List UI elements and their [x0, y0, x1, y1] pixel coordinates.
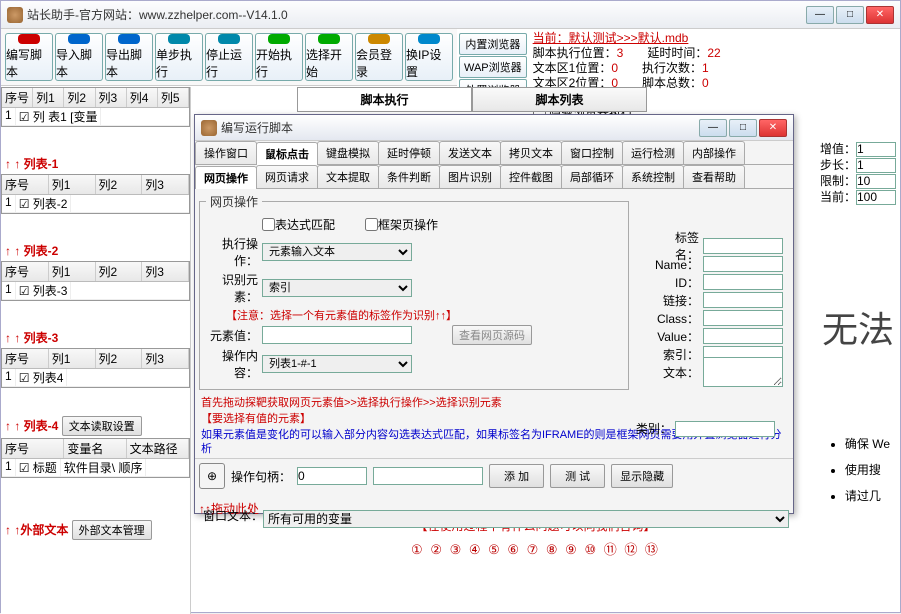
- partial-text: 无法: [822, 301, 894, 353]
- class-input[interactable]: [675, 421, 775, 437]
- test-button[interactable]: 测 试: [550, 464, 605, 488]
- window-text-select[interactable]: 所有可用的变量: [263, 510, 789, 528]
- fieldset-legend: 网页操作: [206, 193, 262, 210]
- mtabs2-4[interactable]: 图片识别: [439, 165, 501, 188]
- app-icon: [7, 7, 23, 23]
- circle-numbers: ① ② ③ ④ ⑤ ⑥ ⑦ ⑧ ⑨ ⑩ ⑪ ⑫ ⑬: [291, 535, 780, 562]
- mtabs1-7[interactable]: 运行检测: [622, 141, 684, 164]
- toolbar-0[interactable]: 编写脚本: [5, 33, 53, 81]
- main-titlebar: 站长助手-官方网站：www.zzhelper.com--V14.1.0 — □ …: [1, 1, 900, 29]
- mtabs1-0[interactable]: 操作窗口: [195, 141, 257, 164]
- toolbar-8[interactable]: 换IP设置: [405, 33, 453, 81]
- regex-checkbox[interactable]: [262, 218, 275, 231]
- mtabs2-2[interactable]: 文本提取: [317, 165, 379, 188]
- content-select[interactable]: 列表1-#-1: [262, 355, 412, 373]
- main-toolbar: 编写脚本导入脚本导出脚本单步执行停止运行开始执行选择开始会员登录换IP设置: [1, 29, 457, 86]
- view-source-button: 查看网页源码: [452, 325, 532, 345]
- left-panel: 序号列1列2列3列4列51☑ 列 表1 [变量↑ ↑ 列表-1序号列1列2列31…: [1, 87, 191, 614]
- close-button[interactable]: ✕: [866, 6, 894, 24]
- mtabs1-2[interactable]: 键盘模拟: [317, 141, 379, 164]
- dialog-minimize-button[interactable]: —: [699, 119, 727, 137]
- mtabs2-0[interactable]: 网页操作: [195, 166, 257, 189]
- dialog-close-button[interactable]: ✕: [759, 119, 787, 137]
- main-title: 站长助手-官方网站：www.zzhelper.com--V14.1.0: [27, 6, 806, 23]
- warning-text: 【注意：选择一个有元素值的标签作为识别↑↑】: [206, 307, 622, 323]
- exec-select[interactable]: 元素输入文本: [262, 243, 412, 261]
- toolbar-7[interactable]: 会员登录: [355, 33, 403, 81]
- mtabs2-8[interactable]: 查看帮助: [683, 165, 745, 188]
- toggle-button[interactable]: 显示隐藏: [611, 464, 673, 488]
- mtabs1-1[interactable]: 鼠标点击: [256, 142, 318, 165]
- mtabs1-5[interactable]: 拷贝文本: [500, 141, 562, 164]
- dialog-title: 编写运行脚本: [221, 119, 699, 136]
- mtabs1-8[interactable]: 内部操作: [683, 141, 745, 164]
- toolbar-2[interactable]: 导出脚本: [105, 33, 153, 81]
- minimize-button[interactable]: —: [806, 6, 834, 24]
- ident-select[interactable]: 索引: [262, 279, 412, 297]
- mtabs2-3[interactable]: 条件判断: [378, 165, 440, 188]
- add-button[interactable]: 添 加: [489, 464, 544, 488]
- edit-script-dialog: 编写运行脚本 — □ ✕ 操作窗口鼠标点击键盘模拟延时停顿发送文本拷贝文本窗口控…: [194, 114, 794, 514]
- mtabs2-1[interactable]: 网页请求: [256, 165, 318, 188]
- browser-btn-0[interactable]: 内置浏览器: [459, 33, 527, 55]
- toolbar-4[interactable]: 停止运行: [205, 33, 253, 81]
- handle-input[interactable]: [297, 467, 367, 485]
- toolbar-3[interactable]: 单步执行: [155, 33, 203, 81]
- mtabs2-7[interactable]: 系统控制: [622, 165, 684, 188]
- dialog-icon: [201, 120, 217, 136]
- maximize-button[interactable]: □: [836, 6, 864, 24]
- mtabs1-3[interactable]: 延时停顿: [378, 141, 440, 164]
- dialog-maximize-button[interactable]: □: [729, 119, 757, 137]
- mtabs2-6[interactable]: 局部循环: [561, 165, 623, 188]
- mtabs1-4[interactable]: 发送文本: [439, 141, 501, 164]
- toolbar-5[interactable]: 开始执行: [255, 33, 303, 81]
- toolbar-1[interactable]: 导入脚本: [55, 33, 103, 81]
- mtabs2-5[interactable]: 控件截图: [500, 165, 562, 188]
- target-drag-icon[interactable]: ⊕: [199, 463, 225, 489]
- mtabs1-6[interactable]: 窗口控制: [561, 141, 623, 164]
- browser-btn-1[interactable]: WAP浏览器: [459, 56, 527, 78]
- element-value-input[interactable]: [262, 326, 412, 344]
- toolbar-6[interactable]: 选择开始: [305, 33, 353, 81]
- handle-input-2[interactable]: [373, 467, 483, 485]
- frame-checkbox[interactable]: [365, 218, 378, 231]
